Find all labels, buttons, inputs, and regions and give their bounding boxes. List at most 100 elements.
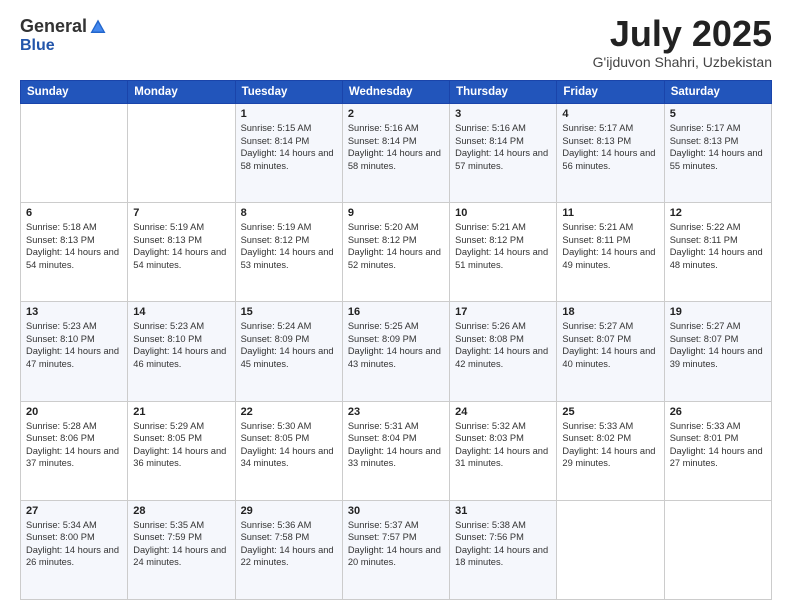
calendar-cell: 27Sunrise: 5:34 AM Sunset: 8:00 PM Dayli…	[21, 500, 128, 599]
day-number: 1	[241, 108, 337, 120]
cell-details: Sunrise: 5:20 AM Sunset: 8:12 PM Dayligh…	[348, 221, 444, 271]
cell-details: Sunrise: 5:19 AM Sunset: 8:12 PM Dayligh…	[241, 221, 337, 271]
cell-details: Sunrise: 5:27 AM Sunset: 8:07 PM Dayligh…	[670, 320, 766, 370]
calendar-cell: 14 Sunrise: 5:23 AM Sunset: 8:10 PM Dayli…	[128, 302, 235, 401]
day-number: 2	[348, 108, 444, 120]
day-number: 5	[670, 108, 766, 120]
calendar-cell: 1Sunrise: 5:15 AM Sunset: 8:14 PM Daylig…	[235, 104, 342, 203]
calendar-cell: 6Sunrise: 5:18 AM Sunset: 8:13 PM Daylig…	[21, 203, 128, 302]
calendar-cell: 24 Sunrise: 5:32 AM Sunset: 8:03 PM Dayli…	[450, 401, 557, 500]
calendar-week-row: 20Sunrise: 5:28 AM Sunset: 8:06 PM Dayli…	[21, 401, 772, 500]
day-number: 8	[241, 207, 337, 219]
calendar-cell: 11Sunrise: 5:21 AM Sunset: 8:11 PM Dayli…	[557, 203, 664, 302]
day-number: 6	[26, 207, 122, 219]
calendar-cell: 22 Sunrise: 5:30 AM Sunset: 8:05 PM Dayli…	[235, 401, 342, 500]
calendar-cell: 21Sunrise: 5:29 AM Sunset: 8:05 PM Dayli…	[128, 401, 235, 500]
day-number: 26	[670, 406, 766, 418]
cell-details: Sunrise: 5:22 AM Sunset: 8:11 PM Dayligh…	[670, 221, 766, 271]
calendar-cell: 2 Sunrise: 5:16 AM Sunset: 8:14 PM Daylig…	[342, 104, 449, 203]
header: General Blue July 2025 G'ijduvon Shahri,…	[20, 16, 772, 70]
logo-general-text: General	[20, 16, 87, 37]
header-day-thursday: Thursday	[450, 81, 557, 104]
calendar-week-row: 27Sunrise: 5:34 AM Sunset: 8:00 PM Dayli…	[21, 500, 772, 599]
calendar-cell: 13 Sunrise: 5:23 AM Sunset: 8:10 PM Dayli…	[21, 302, 128, 401]
calendar-cell: 5 Sunrise: 5:17 AM Sunset: 8:13 PM Daylig…	[664, 104, 771, 203]
cell-details: Sunrise: 5:30 AM Sunset: 8:05 PM Dayligh…	[241, 420, 337, 470]
day-number: 4	[562, 108, 658, 120]
cell-details: Sunrise: 5:27 AM Sunset: 8:07 PM Dayligh…	[562, 320, 658, 370]
day-number: 22	[241, 406, 337, 418]
calendar-cell: 29 Sunrise: 5:36 AM Sunset: 7:58 PM Dayli…	[235, 500, 342, 599]
cell-details: Sunrise: 5:23 AM Sunset: 8:10 PM Dayligh…	[133, 320, 229, 370]
cell-details: Sunrise: 5:33 AM Sunset: 8:01 PM Dayligh…	[670, 420, 766, 470]
day-number: 16	[348, 306, 444, 318]
cell-details: Sunrise: 5:24 AM Sunset: 8:09 PM Dayligh…	[241, 320, 337, 370]
header-day-tuesday: Tuesday	[235, 81, 342, 104]
calendar-cell: 12 Sunrise: 5:22 AM Sunset: 8:11 PM Dayli…	[664, 203, 771, 302]
day-number: 9	[348, 207, 444, 219]
header-day-friday: Friday	[557, 81, 664, 104]
calendar-cell: 4Sunrise: 5:17 AM Sunset: 8:13 PM Daylig…	[557, 104, 664, 203]
calendar-cell: 18 Sunrise: 5:27 AM Sunset: 8:07 PM Dayli…	[557, 302, 664, 401]
header-day-wednesday: Wednesday	[342, 81, 449, 104]
day-number: 7	[133, 207, 229, 219]
cell-details: Sunrise: 5:31 AM Sunset: 8:04 PM Dayligh…	[348, 420, 444, 470]
day-number: 13	[26, 306, 122, 318]
day-number: 10	[455, 207, 551, 219]
day-number: 30	[348, 505, 444, 517]
cell-details: Sunrise: 5:36 AM Sunset: 7:58 PM Dayligh…	[241, 519, 337, 569]
calendar-cell: 10 Sunrise: 5:21 AM Sunset: 8:12 PM Dayli…	[450, 203, 557, 302]
month-title: July 2025	[593, 16, 772, 52]
cell-details: Sunrise: 5:26 AM Sunset: 8:08 PM Dayligh…	[455, 320, 551, 370]
cell-details: Sunrise: 5:35 AM Sunset: 7:59 PM Dayligh…	[133, 519, 229, 569]
cell-details: Sunrise: 5:21 AM Sunset: 8:11 PM Dayligh…	[562, 221, 658, 271]
calendar-cell: 25 Sunrise: 5:33 AM Sunset: 8:02 PM Dayli…	[557, 401, 664, 500]
day-number: 21	[133, 406, 229, 418]
calendar-cell: 15 Sunrise: 5:24 AM Sunset: 8:09 PM Dayli…	[235, 302, 342, 401]
cell-details: Sunrise: 5:16 AM Sunset: 8:14 PM Dayligh…	[455, 122, 551, 172]
cell-details: Sunrise: 5:25 AM Sunset: 8:09 PM Dayligh…	[348, 320, 444, 370]
calendar-cell	[557, 500, 664, 599]
cell-details: Sunrise: 5:37 AM Sunset: 7:57 PM Dayligh…	[348, 519, 444, 569]
cell-details: Sunrise: 5:38 AM Sunset: 7:56 PM Dayligh…	[455, 519, 551, 569]
day-number: 19	[670, 306, 766, 318]
calendar-cell: 9 Sunrise: 5:20 AM Sunset: 8:12 PM Daylig…	[342, 203, 449, 302]
day-number: 29	[241, 505, 337, 517]
day-number: 3	[455, 108, 551, 120]
cell-details: Sunrise: 5:32 AM Sunset: 8:03 PM Dayligh…	[455, 420, 551, 470]
calendar-cell: 28Sunrise: 5:35 AM Sunset: 7:59 PM Dayli…	[128, 500, 235, 599]
calendar-cell: 30 Sunrise: 5:37 AM Sunset: 7:57 PM Dayli…	[342, 500, 449, 599]
calendar-cell: 31 Sunrise: 5:38 AM Sunset: 7:56 PM Dayli…	[450, 500, 557, 599]
day-number: 14	[133, 306, 229, 318]
day-number: 18	[562, 306, 658, 318]
day-number: 15	[241, 306, 337, 318]
day-number: 12	[670, 207, 766, 219]
header-day-sunday: Sunday	[21, 81, 128, 104]
calendar-week-row: 13 Sunrise: 5:23 AM Sunset: 8:10 PM Dayli…	[21, 302, 772, 401]
logo: General Blue	[20, 16, 107, 55]
calendar-cell: 26 Sunrise: 5:33 AM Sunset: 8:01 PM Dayli…	[664, 401, 771, 500]
calendar-cell	[128, 104, 235, 203]
day-number: 24	[455, 406, 551, 418]
cell-details: Sunrise: 5:23 AM Sunset: 8:10 PM Dayligh…	[26, 320, 122, 370]
day-number: 20	[26, 406, 122, 418]
calendar-header-row: SundayMondayTuesdayWednesdayThursdayFrid…	[21, 81, 772, 104]
cell-details: Sunrise: 5:16 AM Sunset: 8:14 PM Dayligh…	[348, 122, 444, 172]
day-number: 17	[455, 306, 551, 318]
calendar-cell	[664, 500, 771, 599]
cell-details: Sunrise: 5:19 AM Sunset: 8:13 PM Dayligh…	[133, 221, 229, 271]
location: G'ijduvon Shahri, Uzbekistan	[593, 54, 772, 70]
calendar-cell: 8 Sunrise: 5:19 AM Sunset: 8:12 PM Daylig…	[235, 203, 342, 302]
cell-details: Sunrise: 5:17 AM Sunset: 8:13 PM Dayligh…	[670, 122, 766, 172]
day-number: 25	[562, 406, 658, 418]
calendar-cell: 7 Sunrise: 5:19 AM Sunset: 8:13 PM Daylig…	[128, 203, 235, 302]
header-day-monday: Monday	[128, 81, 235, 104]
day-number: 31	[455, 505, 551, 517]
logo-icon	[89, 18, 107, 36]
calendar-week-row: 1Sunrise: 5:15 AM Sunset: 8:14 PM Daylig…	[21, 104, 772, 203]
calendar-cell: 17 Sunrise: 5:26 AM Sunset: 8:08 PM Dayli…	[450, 302, 557, 401]
page: General Blue July 2025 G'ijduvon Shahri,…	[0, 0, 792, 612]
cell-details: Sunrise: 5:21 AM Sunset: 8:12 PM Dayligh…	[455, 221, 551, 271]
cell-details: Sunrise: 5:34 AM Sunset: 8:00 PM Dayligh…	[26, 519, 122, 569]
cell-details: Sunrise: 5:33 AM Sunset: 8:02 PM Dayligh…	[562, 420, 658, 470]
